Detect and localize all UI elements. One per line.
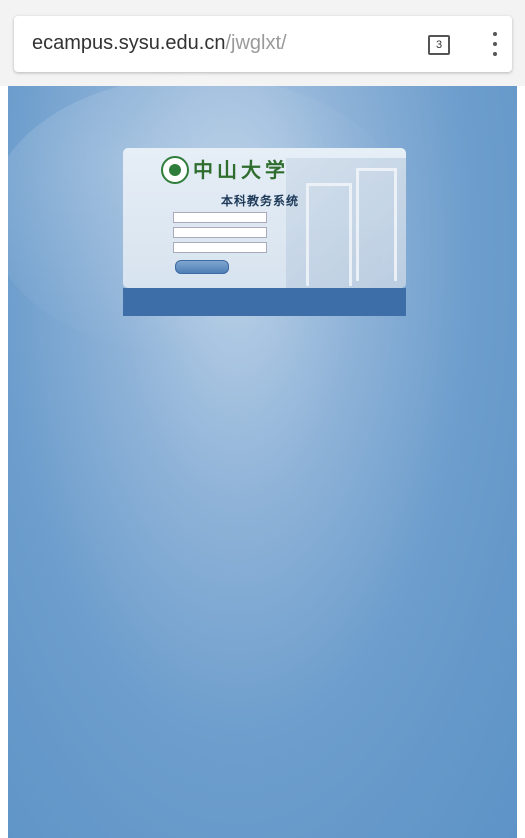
url-path: /jwglxt/ <box>225 32 287 54</box>
url-host: ecampus.sysu.edu.cn <box>32 32 226 54</box>
building-graphic <box>286 158 406 288</box>
web-page: 中山大学 本科教务系统 <box>0 76 517 838</box>
browser-toolbar: ecampus.sysu.edu.cn/jwglxt/ 3 <box>0 0 525 86</box>
captcha-input[interactable] <box>173 242 267 253</box>
password-input[interactable] <box>173 227 267 238</box>
university-logo-icon <box>161 156 189 184</box>
more-vert-icon[interactable] <box>490 32 500 56</box>
university-name: 中山大学 <box>193 158 289 182</box>
username-input[interactable] <box>173 212 267 223</box>
system-name: 本科教务系统 <box>221 194 300 208</box>
url-text[interactable]: ecampus.sysu.edu.cn/jwglxt/ <box>32 32 287 55</box>
login-panel: 中山大学 本科教务系统 <box>123 148 406 288</box>
login-button[interactable] <box>175 260 229 274</box>
notice-band <box>123 288 406 316</box>
tab-switcher-button[interactable]: 3 <box>428 35 450 55</box>
address-bar[interactable]: ecampus.sysu.edu.cn/jwglxt/ 3 <box>14 16 512 72</box>
